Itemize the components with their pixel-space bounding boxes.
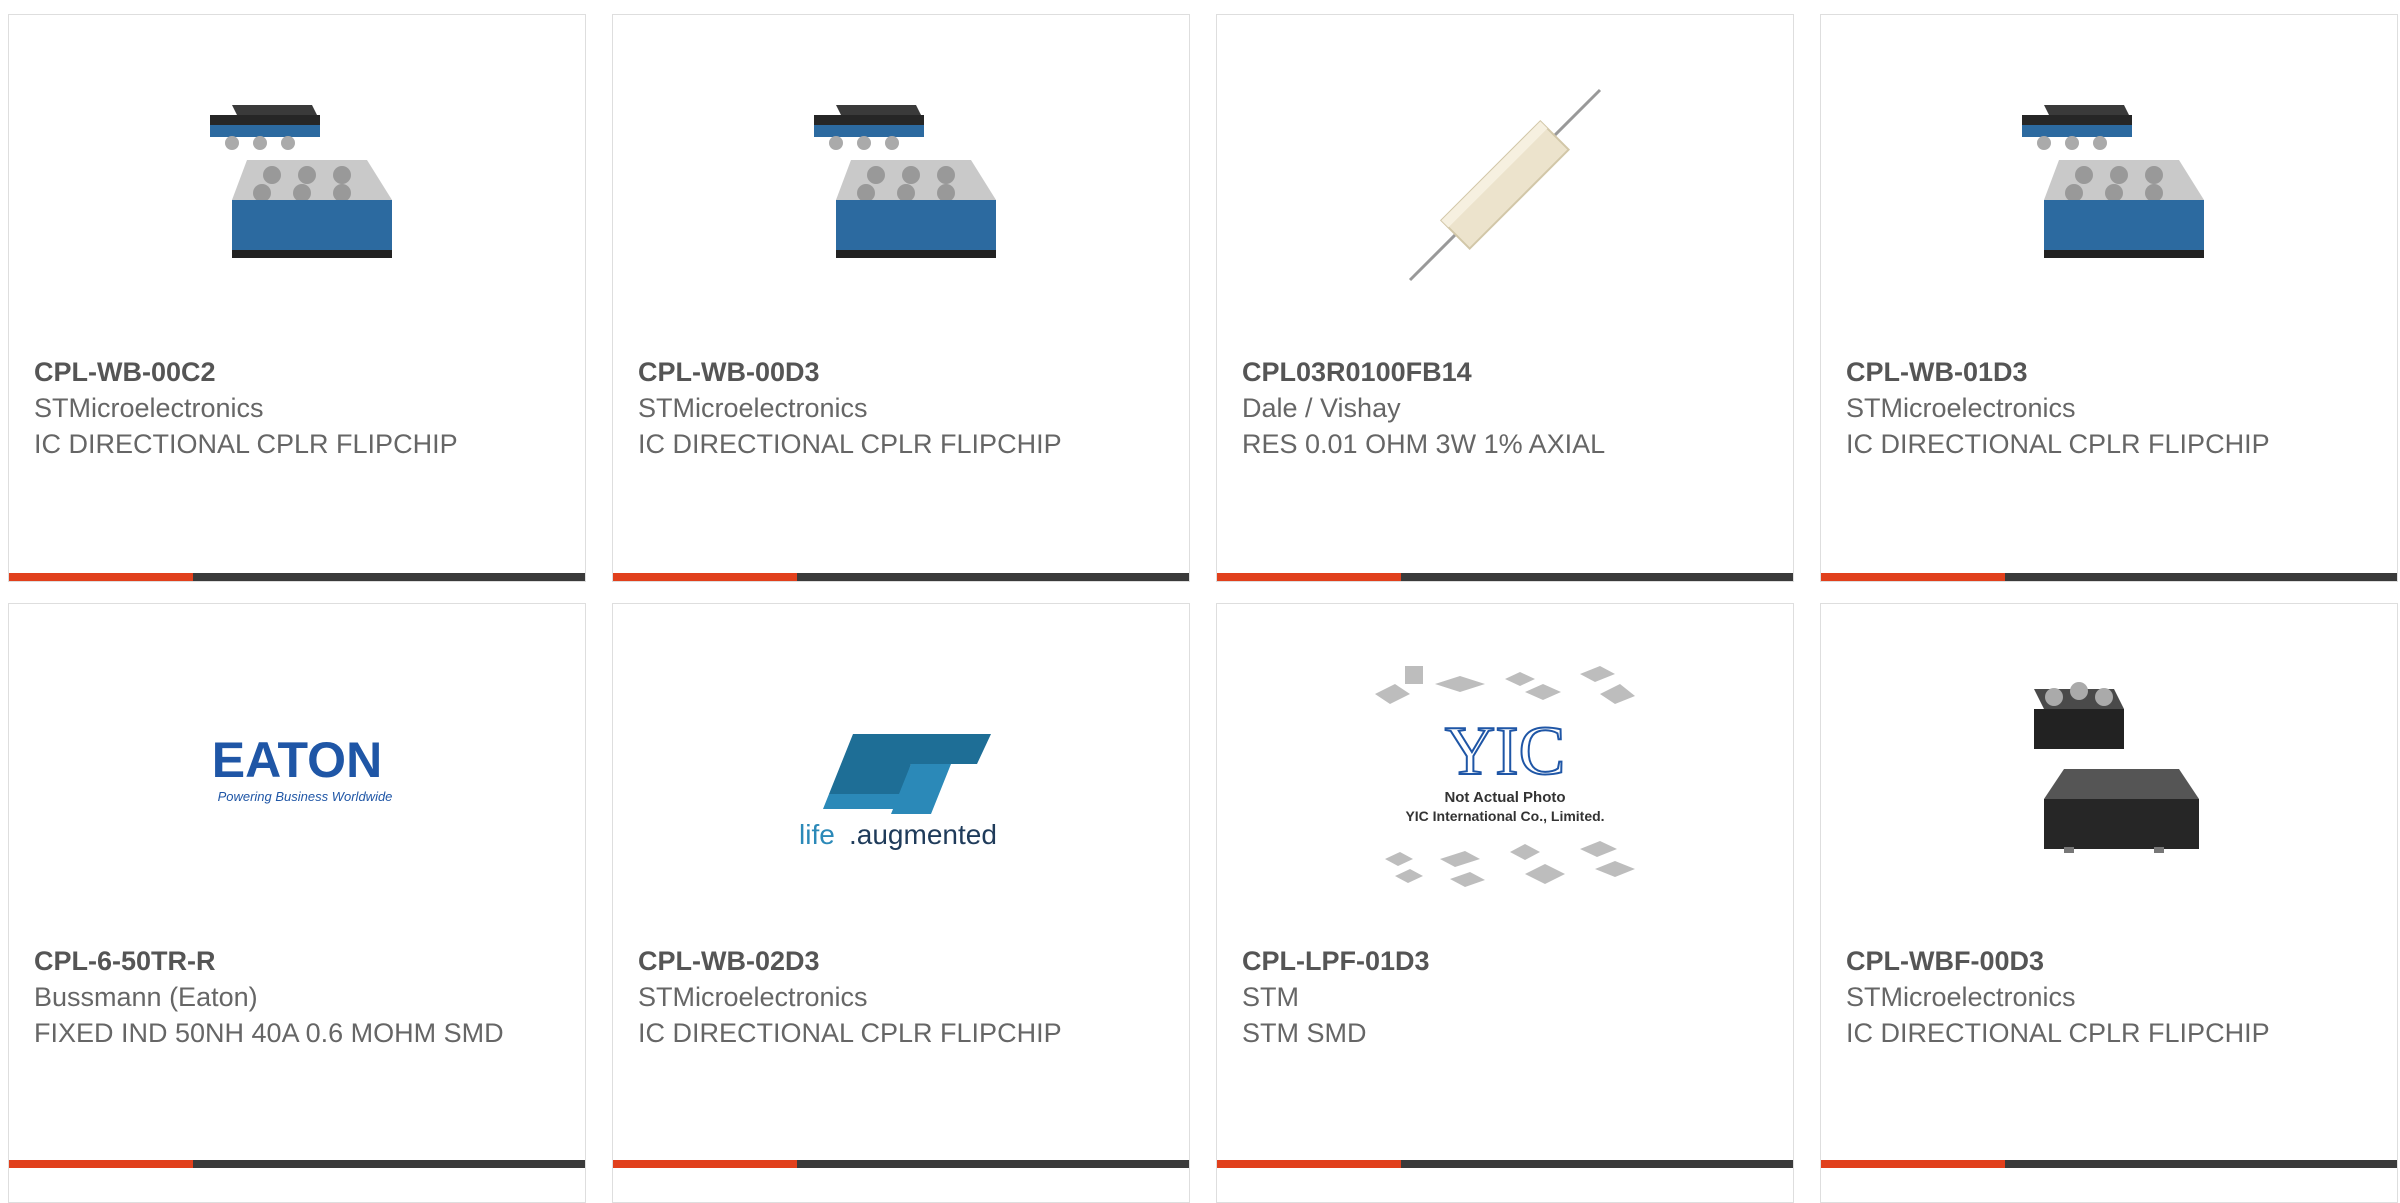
part-number[interactable]: CPL03R0100FB14 <box>1242 354 1773 390</box>
product-image <box>1969 65 2249 305</box>
product-card[interactable]: CPL-WB-00D3 STMicroelectronics IC DIRECT… <box>612 14 1190 582</box>
card-footer-bar <box>9 573 585 581</box>
manufacturer: STMicroelectronics <box>638 982 868 1012</box>
svg-text:.augmented: .augmented <box>849 819 997 850</box>
st-logo: life .augmented <box>799 734 997 850</box>
part-number[interactable]: CPL-6-50TR-R <box>34 943 565 979</box>
description: FIXED IND 50NH 40A 0.6 MOHM SMD <box>34 1018 504 1048</box>
description: RES 0.01 OHM 3W 1% AXIAL <box>1242 429 1606 459</box>
card-accent <box>1821 573 2006 581</box>
product-image <box>1365 65 1645 305</box>
manufacturer: STMicroelectronics <box>638 393 868 423</box>
description: STM SMD <box>1242 1018 1367 1048</box>
card-footer-bar <box>1821 573 2397 581</box>
product-card[interactable]: CPL03R0100FB14 Dale / Vishay RES 0.01 OH… <box>1216 14 1794 582</box>
part-number[interactable]: CPL-WB-00D3 <box>638 354 1169 390</box>
product-card[interactable]: CPL-WBF-00D3 STMicroelectronics IC DIREC… <box>1820 603 2398 1203</box>
product-image: EATON Powering Business Worldwide <box>157 654 437 894</box>
product-image <box>157 65 437 305</box>
product-card[interactable]: YIC Not Actual Photo YIC International C… <box>1216 603 1794 1203</box>
card-accent <box>613 573 798 581</box>
manufacturer: Bussmann (Eaton) <box>34 982 258 1012</box>
product-image: YIC Not Actual Photo YIC International C… <box>1365 654 1645 904</box>
product-card[interactable]: life .augmented CPL-WB-02D3 STMicroelect… <box>612 603 1190 1203</box>
manufacturer: STMicroelectronics <box>1846 393 2076 423</box>
card-footer-bar <box>1217 573 1793 581</box>
yic-placeholder: YIC Not Actual Photo YIC International C… <box>1375 666 1635 887</box>
part-number[interactable]: CPL-WB-02D3 <box>638 943 1169 979</box>
svg-text:YIC International Co., Limited: YIC International Co., Limited. <box>1405 808 1604 824</box>
manufacturer: Dale / Vishay <box>1242 393 1401 423</box>
card-accent <box>1217 573 1402 581</box>
product-image <box>761 65 1041 305</box>
svg-text:YIC: YIC <box>1445 713 1566 790</box>
svg-text:EATON: EATON <box>212 732 382 788</box>
description: IC DIRECTIONAL CPLR FLIPCHIP <box>638 429 1062 459</box>
manufacturer: STM <box>1242 982 1299 1012</box>
description: IC DIRECTIONAL CPLR FLIPCHIP <box>1846 1018 2270 1048</box>
manufacturer: STMicroelectronics <box>1846 982 2076 1012</box>
product-card[interactable]: EATON Powering Business Worldwide CPL-6-… <box>8 603 586 1203</box>
svg-text:Powering Business Worldwide: Powering Business Worldwide <box>218 789 393 804</box>
part-number[interactable]: CPL-WBF-00D3 <box>1846 943 2377 979</box>
product-image: life .augmented <box>761 654 1041 894</box>
card-accent <box>9 573 194 581</box>
product-card[interactable]: CPL-WB-00C2 STMicroelectronics IC DIRECT… <box>8 14 586 582</box>
svg-text:Not Actual Photo: Not Actual Photo <box>1444 789 1565 806</box>
svg-text:life: life <box>799 819 835 850</box>
part-number[interactable]: CPL-WB-00C2 <box>34 354 565 390</box>
part-number[interactable]: CPL-LPF-01D3 <box>1242 943 1773 979</box>
description: IC DIRECTIONAL CPLR FLIPCHIP <box>34 429 458 459</box>
card-footer-bar <box>613 573 1189 581</box>
description: IC DIRECTIONAL CPLR FLIPCHIP <box>638 1018 1062 1048</box>
manufacturer: STMicroelectronics <box>34 393 264 423</box>
description: IC DIRECTIONAL CPLR FLIPCHIP <box>1846 429 2270 459</box>
part-number[interactable]: CPL-WB-01D3 <box>1846 354 2377 390</box>
eaton-logo: EATON Powering Business Worldwide <box>212 732 393 804</box>
product-image <box>1969 654 2249 894</box>
product-card[interactable]: CPL-WB-01D3 STMicroelectronics IC DIRECT… <box>1820 14 2398 582</box>
